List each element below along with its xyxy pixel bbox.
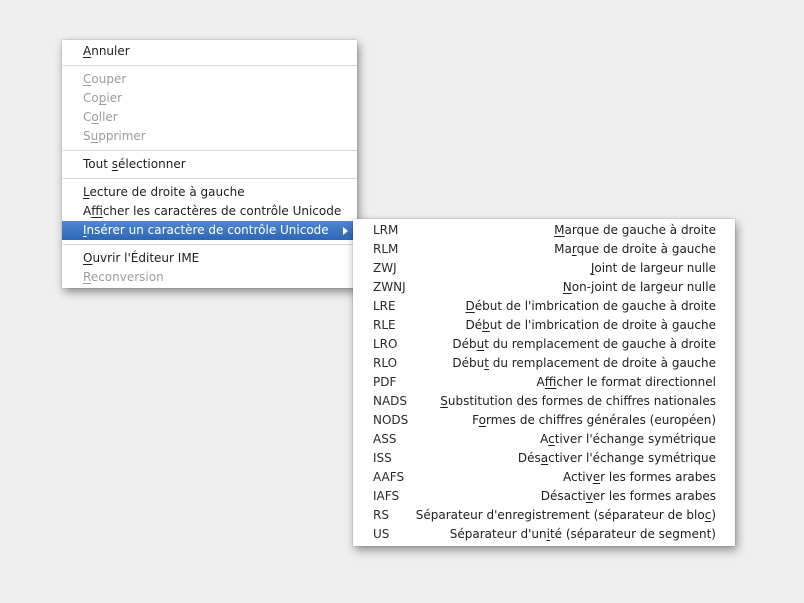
control-code: ASS <box>373 432 397 446</box>
submenu-item-lrm[interactable]: LRM Marque de gauche à droite <box>353 221 735 240</box>
control-description: Début du remplacement de droite à gauche <box>452 356 716 370</box>
submenu-item-rlm[interactable]: RLM Marque de droite à gauche <box>353 240 735 259</box>
menu-separator <box>63 150 357 151</box>
menu-item-reconversion[interactable]: Reconversion <box>62 268 357 287</box>
menu-item-inserer-un-caractere-de-controle-unicode[interactable]: Insérer un caractère de contrôle Unicode <box>62 221 357 240</box>
menu-separator <box>63 244 357 245</box>
control-description: Joint de largeur nulle <box>590 261 716 275</box>
menu-item-label: Tout sélectionner <box>83 157 186 171</box>
submenu-item-zwnj[interactable]: ZWNJ Non-joint de largeur nulle <box>353 278 735 297</box>
control-code: RLO <box>373 356 398 370</box>
menu-item-label: Insérer un caractère de contrôle Unicode <box>83 223 329 237</box>
control-code: RLM <box>373 242 399 256</box>
menu-item-couper[interactable]: Couper <box>62 70 357 89</box>
control-description: Activer l'échange symétrique <box>540 432 716 446</box>
menu-item-label: Copier <box>83 91 123 105</box>
menu-item-label: Lecture de droite à gauche <box>83 185 245 199</box>
control-description: Désactiver les formes arabes <box>540 489 716 503</box>
menu-item-tout-selectionner[interactable]: Tout sélectionner <box>62 155 357 174</box>
unicode-control-submenu: LRM Marque de gauche à droite RLM Marque de… <box>353 219 735 546</box>
control-code: ZWJ <box>373 261 397 275</box>
control-code: PDF <box>373 375 397 389</box>
control-description: Formes de chiffres générales (européen) <box>472 413 716 427</box>
menu-item-afficher-les-caracteres-de-controle-unicode[interactable]: Afficher les caractères de contrôle Unic… <box>62 202 357 221</box>
menu-separator <box>63 178 357 179</box>
submenu-item-ass[interactable]: ASS Activer l'échange symétrique <box>353 430 735 449</box>
menu-item-label: Reconversion <box>83 270 164 284</box>
control-code: AAFS <box>373 470 405 484</box>
control-description: Début de l'imbrication de droite à gauch… <box>465 318 717 332</box>
control-description: Désactiver l'échange symétrique <box>517 451 716 465</box>
menu-item-ouvrir-l-editeur-ime[interactable]: Ouvrir l'Éditeur IME <box>62 249 357 268</box>
menu-item-label: Supprimer <box>83 129 146 143</box>
control-description: Début de l'imbrication de gauche à droit… <box>465 299 717 313</box>
menu-item-annuler[interactable]: Annuler <box>62 42 357 61</box>
submenu-item-rle[interactable]: RLE Début de l'imbrication de droite à ga… <box>353 316 735 335</box>
control-description: Afficher le format directionnel <box>536 375 716 389</box>
control-description: Marque de droite à gauche <box>554 242 716 256</box>
submenu-item-us[interactable]: US Séparateur d'unité (séparateur de segm… <box>353 525 735 544</box>
context-menu: Annuler Couper Copier Coller Supprimer Tout s… <box>62 40 357 288</box>
submenu-item-rs[interactable]: RS Séparateur d'enregistrement (séparateu… <box>353 506 735 525</box>
submenu-item-aafs[interactable]: AAFS Activer les formes arabes <box>353 468 735 487</box>
control-code: NODS <box>373 413 409 427</box>
control-code: LRE <box>373 299 396 313</box>
control-code: IAFS <box>373 489 400 503</box>
control-code: NADS <box>373 394 408 408</box>
control-code: RS <box>373 508 389 522</box>
submenu-item-lre[interactable]: LRE Début de l'imbrication de gauche à dr… <box>353 297 735 316</box>
submenu-item-nods[interactable]: NODS Formes de chiffres générales (europé… <box>353 411 735 430</box>
submenu-item-iafs[interactable]: IAFS Désactiver les formes arabes <box>353 487 735 506</box>
control-description: Marque de gauche à droite <box>554 223 716 237</box>
menu-item-lecture-de-droite-a-gauche[interactable]: Lecture de droite à gauche <box>62 183 357 202</box>
control-code: US <box>373 527 390 541</box>
submenu-item-rlo[interactable]: RLO Début du remplacement de droite à gau… <box>353 354 735 373</box>
control-code: ISS <box>373 451 392 465</box>
control-description: Séparateur d'enregistrement (séparateur … <box>415 508 716 522</box>
control-code: LRO <box>373 337 398 351</box>
menu-item-label: Annuler <box>83 44 130 58</box>
menu-separator <box>63 65 357 66</box>
submenu-item-zwj[interactable]: ZWJ Joint de largeur nulle <box>353 259 735 278</box>
menu-item-label: Afficher les caractères de contrôle Unic… <box>83 204 342 218</box>
control-description: Substitution des formes de chiffres nati… <box>440 394 716 408</box>
control-code: RLE <box>373 318 396 332</box>
menu-item-coller[interactable]: Coller <box>62 108 357 127</box>
control-description: Activer les formes arabes <box>563 470 716 484</box>
menu-item-label: Coller <box>83 110 118 124</box>
submenu-arrow-icon <box>343 227 348 235</box>
submenu-item-nads[interactable]: NADS Substitution des formes de chiffres … <box>353 392 735 411</box>
submenu-item-pdf[interactable]: PDF Afficher le format directionnel <box>353 373 735 392</box>
control-code: ZWNJ <box>373 280 406 294</box>
control-description: Non-joint de largeur nulle <box>562 280 716 294</box>
control-description: Début du remplacement de gauche à droite <box>452 337 716 351</box>
menu-item-copier[interactable]: Copier <box>62 89 357 108</box>
control-code: LRM <box>373 223 399 237</box>
menu-item-label: Ouvrir l'Éditeur IME <box>83 251 200 265</box>
control-description: Séparateur d'unité (séparateur de segmen… <box>449 527 716 541</box>
menu-item-label: Couper <box>83 72 127 86</box>
submenu-item-lro[interactable]: LRO Début du remplacement de gauche à dro… <box>353 335 735 354</box>
menu-item-supprimer[interactable]: Supprimer <box>62 127 357 146</box>
submenu-item-iss[interactable]: ISS Désactiver l'échange symétrique <box>353 449 735 468</box>
